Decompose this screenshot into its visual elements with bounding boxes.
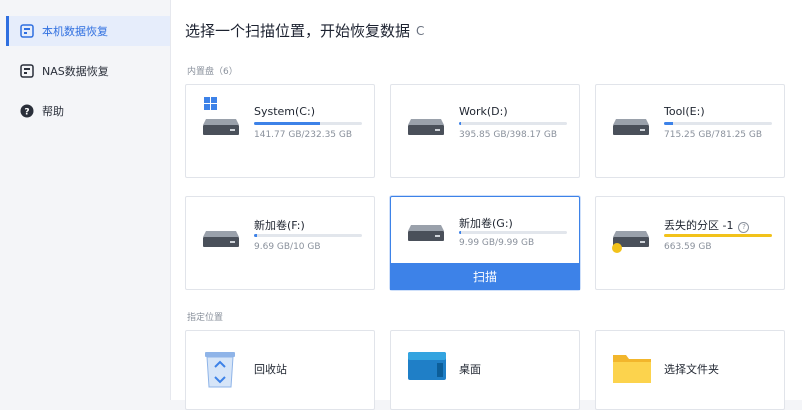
drive-card-f[interactable]: 新加卷(F:) 9.69 GB/10 GB — [185, 196, 375, 290]
folder-icon — [612, 349, 651, 383]
hard-drive-icon — [202, 225, 240, 249]
sidebar: 本机数据恢复 NAS数据恢复 ? 帮助 — [0, 0, 171, 400]
main-panel: 选择一个扫描位置，开始恢复数据 C 内置盘（6） System(C:) 141.… — [171, 0, 802, 410]
sidebar-item-label: 本机数据恢复 — [42, 25, 108, 38]
drive-usage-bar — [254, 122, 362, 125]
hard-drive-icon — [612, 113, 650, 137]
drive-usage-fill — [664, 122, 673, 125]
drive-size: 715.25 GB/781.25 GB — [664, 130, 763, 140]
location-name: 选择文件夹 — [664, 363, 719, 376]
drive-usage-bar — [459, 231, 567, 234]
recycle-bin-icon — [202, 349, 238, 388]
sidebar-item-label: NAS数据恢复 — [42, 65, 109, 78]
drive-card-e[interactable]: Tool(E:) 715.25 GB/781.25 GB — [595, 84, 785, 178]
location-card-desktop[interactable]: 桌面 — [390, 330, 580, 410]
drive-usage-bar — [254, 234, 362, 237]
hard-drive-icon — [407, 113, 445, 137]
sidebar-item-help[interactable]: ? 帮助 — [6, 96, 170, 126]
lost-partition-icon — [612, 225, 650, 253]
drive-usage-bar — [459, 122, 567, 125]
drive-size: 9.99 GB/9.99 GB — [459, 238, 535, 248]
drive-size: 663.59 GB — [664, 242, 712, 252]
drive-size: 141.77 GB/232.35 GB — [254, 130, 353, 140]
question-icon[interactable]: ? — [738, 221, 750, 233]
location-name: 桌面 — [459, 363, 481, 376]
location-card-recycle-bin[interactable]: 回收站 — [185, 330, 375, 410]
windows-drive-icon — [202, 97, 240, 137]
location-card-choose-folder[interactable]: 选择文件夹 — [595, 330, 785, 410]
drive-usage-bar — [664, 234, 772, 237]
svg-text:?: ? — [24, 108, 29, 118]
refresh-icon[interactable]: C — [416, 24, 424, 38]
drive-size: 395.85 GB/398.17 GB — [459, 130, 558, 140]
drive-usage-bar — [664, 122, 772, 125]
local-recovery-icon — [20, 24, 34, 38]
internal-drives-label: 内置盘（6） — [187, 67, 238, 77]
hard-drive-icon — [407, 219, 445, 243]
drive-usage-fill — [254, 234, 258, 237]
drive-usage-fill — [664, 234, 772, 237]
drive-name: 新加卷(G:) — [459, 217, 513, 230]
desktop-icon — [407, 349, 446, 383]
drive-name: 新加卷(F:) — [254, 219, 305, 232]
scan-button[interactable]: 扫描 — [390, 263, 580, 290]
drive-usage-fill — [459, 122, 462, 125]
drive-card-d[interactable]: Work(D:) 395.85 GB/398.17 GB — [390, 84, 580, 178]
nas-recovery-icon — [20, 64, 34, 78]
sidebar-item-label: 帮助 — [42, 105, 64, 118]
drive-usage-fill — [459, 231, 462, 234]
drive-name: Tool(E:) — [664, 105, 705, 118]
drive-card-lost-partition[interactable]: 丢失的分区 -1? 663.59 GB — [595, 196, 785, 290]
drive-name: System(C:) — [254, 105, 315, 118]
drive-size: 9.69 GB/10 GB — [254, 242, 321, 252]
drive-name: 丢失的分区 -1? — [664, 217, 750, 233]
specified-location-label: 指定位置 — [187, 313, 224, 323]
location-name: 回收站 — [254, 363, 287, 376]
drive-card-c[interactable]: System(C:) 141.77 GB/232.35 GB — [185, 84, 375, 178]
sidebar-item-nas-recovery[interactable]: NAS数据恢复 — [6, 56, 170, 86]
drive-usage-fill — [254, 122, 320, 125]
help-icon: ? — [20, 104, 34, 118]
sidebar-item-local-recovery[interactable]: 本机数据恢复 — [6, 16, 170, 46]
drive-name: Work(D:) — [459, 105, 508, 118]
drive-card-g[interactable]: 新加卷(G:) 9.99 GB/9.99 GB 扫描 — [390, 196, 580, 290]
page-title: 选择一个扫描位置，开始恢复数据 C — [185, 22, 425, 40]
